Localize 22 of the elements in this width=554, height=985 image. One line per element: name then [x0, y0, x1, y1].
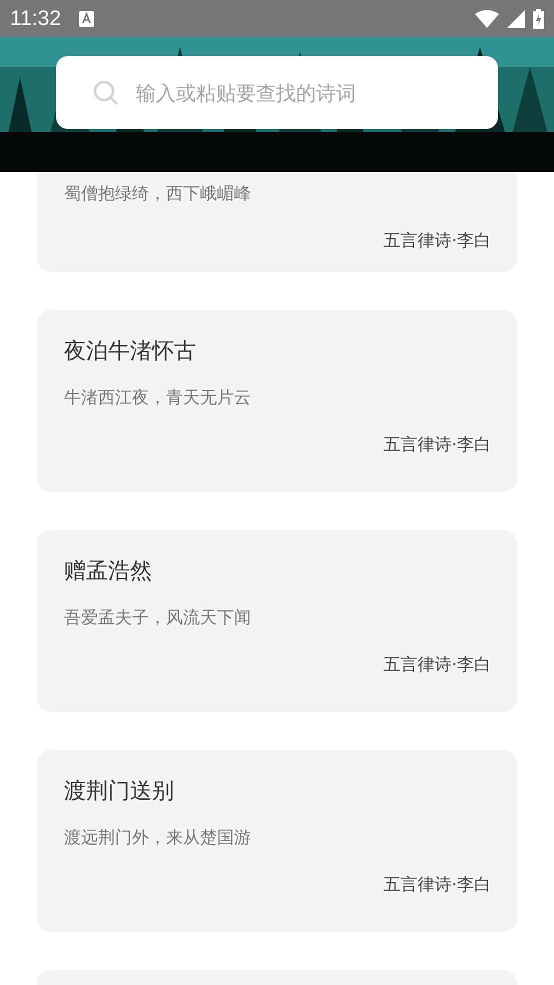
poem-first-line: 渡远荆门外，来从楚国游: [64, 827, 252, 849]
poem-first-line: 蜀僧抱绿绮，西下峨嵋峰: [64, 183, 252, 205]
status-time: 11:32: [10, 6, 61, 30]
poem-form-author: 五言律诗·李白: [384, 654, 491, 676]
poem-card[interactable]: 渡荆门送别 渡远荆门外，来从楚国游 五言律诗·李白: [37, 750, 517, 932]
search-icon: [93, 80, 119, 106]
poem-title: 夜泊牛渚怀古: [64, 338, 197, 366]
battery-icon: [533, 8, 544, 28]
poem-form-author: 五言律诗·李白: [384, 874, 491, 896]
poem-title: 赠孟浩然: [64, 558, 153, 586]
poem-title: 渡荆门送别: [64, 778, 175, 806]
search-field[interactable]: 输入或粘贴要查找的诗词: [56, 56, 498, 129]
poem-card[interactable]: 夜泊牛渚怀古 牛渚西江夜，青天无片云 五言律诗·李白: [37, 310, 517, 492]
poem-first-line: 牛渚西江夜，青天无片云: [64, 387, 252, 409]
signal-icon: [507, 10, 525, 28]
poem-card[interactable]: 赠孟浩然 吾爱孟夫子，风流天下闻 五言律诗·李白: [37, 530, 517, 712]
poem-card[interactable]: 蜀僧抱绿绮，西下峨嵋峰 五言律诗·李白: [37, 172, 517, 272]
keyboard-icon: [79, 10, 94, 26]
wifi-icon: [475, 10, 499, 28]
poem-first-line: 吾爱孟夫子，风流天下闻: [64, 607, 252, 629]
poem-form-author: 五言律诗·李白: [384, 434, 491, 456]
poem-form-author: 五言律诗·李白: [384, 230, 491, 252]
